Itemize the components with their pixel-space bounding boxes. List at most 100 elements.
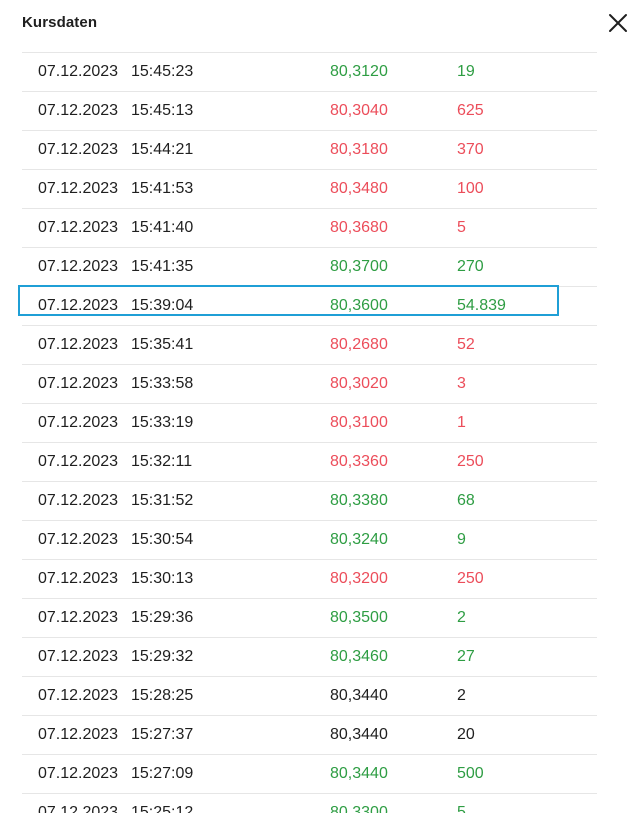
table-row[interactable]: 07.12.2023 15:44:21 80,3180 370	[22, 131, 597, 170]
trade-price: 80,3240	[330, 531, 388, 548]
trade-volume: 5	[457, 804, 466, 813]
trade-date: 07.12.2023	[38, 531, 119, 548]
trade-price: 80,3680	[330, 219, 388, 236]
trade-time: 15:45:23	[131, 63, 194, 80]
panel-title: Kursdaten	[22, 14, 98, 31]
trade-price: 80,3500	[330, 609, 388, 626]
trade-volume: 27	[457, 648, 475, 665]
trade-volume: 625	[457, 102, 484, 119]
trade-volume: 270	[457, 258, 484, 275]
table-row[interactable]: 07.12.2023 15:27:37 80,3440 20	[22, 716, 597, 755]
trade-date: 07.12.2023	[38, 492, 119, 509]
trade-volume: 250	[457, 570, 484, 587]
trade-volume: 2	[457, 609, 466, 626]
trade-date: 07.12.2023	[38, 336, 119, 353]
trade-date: 07.12.2023	[38, 687, 119, 704]
trade-date: 07.12.2023	[38, 297, 119, 314]
trade-price: 80,3100	[330, 414, 388, 431]
trade-volume: 3	[457, 375, 466, 392]
table-row[interactable]: 07.12.2023 15:30:13 80,3200 250	[22, 560, 597, 599]
table-row[interactable]: 07.12.2023 15:33:19 80,3100 1	[22, 404, 597, 443]
trade-price: 80,3440	[330, 687, 388, 704]
trade-time: 15:41:40	[131, 219, 194, 236]
trade-price: 80,3360	[330, 453, 388, 470]
trade-date: 07.12.2023	[38, 102, 119, 119]
trade-time: 15:45:13	[131, 102, 194, 119]
table-row[interactable]: 07.12.2023 15:45:23 80,3120 19	[22, 53, 597, 92]
trade-price: 80,3460	[330, 648, 388, 665]
trade-time: 15:39:04	[131, 297, 194, 314]
trade-price: 80,3300	[330, 804, 388, 813]
trade-price: 80,3480	[330, 180, 388, 197]
table-row[interactable]: 07.12.2023 15:28:25 80,3440 2	[22, 677, 597, 716]
table-row[interactable]: 07.12.2023 15:33:58 80,3020 3	[22, 365, 597, 404]
table-row[interactable]: 07.12.2023 15:41:35 80,3700 270	[22, 248, 597, 287]
trade-price: 80,3180	[330, 141, 388, 158]
table-row[interactable]: 07.12.2023 15:45:13 80,3040 625	[22, 92, 597, 131]
trade-date: 07.12.2023	[38, 414, 119, 431]
trade-time: 15:32:11	[131, 453, 193, 470]
trade-price: 80,3120	[330, 63, 388, 80]
trade-date: 07.12.2023	[38, 180, 119, 197]
trade-price: 80,3700	[330, 258, 388, 275]
trade-date: 07.12.2023	[38, 219, 119, 236]
trade-volume: 250	[457, 453, 484, 470]
table-row[interactable]: 07.12.2023 15:29:36 80,3500 2	[22, 599, 597, 638]
table-row-selected[interactable]: 07.12.2023 15:39:04 80,3600 54.839	[18, 285, 597, 326]
trade-date: 07.12.2023	[38, 258, 119, 275]
trade-time: 15:35:41	[131, 336, 194, 353]
trade-time: 15:41:35	[131, 258, 194, 275]
close-button[interactable]	[605, 10, 631, 36]
table-row[interactable]: 07.12.2023 15:35:41 80,2680 52	[22, 326, 597, 365]
trade-time: 15:25:12	[131, 804, 194, 813]
table-row[interactable]: 07.12.2023 15:30:54 80,3240 9	[22, 521, 597, 560]
table-row[interactable]: 07.12.2023 15:41:53 80,3480 100	[22, 170, 597, 209]
table-row[interactable]: 07.12.2023 15:31:52 80,3380 68	[22, 482, 597, 521]
trade-time: 15:27:37	[131, 726, 194, 743]
trade-volume: 9	[457, 531, 466, 548]
trade-date: 07.12.2023	[38, 726, 119, 743]
trade-volume: 52	[457, 336, 475, 353]
kursdaten-panel: Kursdaten 07.12.2023 15:45:23 80,3120 19 07.…	[0, 0, 635, 813]
trade-time: 15:30:13	[131, 570, 194, 587]
trade-price: 80,2680	[330, 336, 388, 353]
trade-time: 15:29:32	[131, 648, 194, 665]
trade-volume: 2	[457, 687, 466, 704]
table-row[interactable]: 07.12.2023 15:41:40 80,3680 5	[22, 209, 597, 248]
trade-price: 80,3020	[330, 375, 388, 392]
trade-time: 15:31:52	[131, 492, 194, 509]
trade-price: 80,3380	[330, 492, 388, 509]
trade-time: 15:28:25	[131, 687, 194, 704]
trade-volume: 20	[457, 726, 475, 743]
trade-volume: 500	[457, 765, 484, 782]
trade-price: 80,3440	[330, 765, 388, 782]
trade-date: 07.12.2023	[38, 141, 119, 158]
trade-date: 07.12.2023	[38, 648, 119, 665]
table-row[interactable]: 07.12.2023 15:32:11 80,3360 250	[22, 443, 597, 482]
trade-volume: 68	[457, 492, 475, 509]
trade-time: 15:30:54	[131, 531, 194, 548]
table-row[interactable]: 07.12.2023 15:25:12 80,3300 5	[22, 794, 597, 813]
table-row[interactable]: 07.12.2023 15:27:09 80,3440 500	[22, 755, 597, 794]
trade-volume: 5	[457, 219, 466, 236]
trade-time: 15:27:09	[131, 765, 194, 782]
trade-date: 07.12.2023	[38, 609, 119, 626]
trade-date: 07.12.2023	[38, 570, 119, 587]
trade-price: 80,3200	[330, 570, 388, 587]
close-icon	[609, 14, 627, 32]
trade-price: 80,3440	[330, 726, 388, 743]
trade-time: 15:41:53	[131, 180, 194, 197]
trade-list: 07.12.2023 15:45:23 80,3120 1 9 07.12.2023 15:…	[18, 52, 597, 813]
trade-volume: 54.839	[457, 297, 506, 314]
trade-volume: 370	[457, 141, 484, 158]
trade-date: 07.12.2023	[38, 375, 119, 392]
trade-date: 07.12.2023	[38, 765, 119, 782]
trade-volume: 1	[457, 414, 466, 431]
trade-time: 15:33:19	[131, 414, 194, 431]
trade-time: 15:44:21	[131, 141, 194, 158]
trade-price: 80,3040	[330, 102, 388, 119]
table-row[interactable]: 07.12.2023 15:29:32 80,3460 27	[22, 638, 597, 677]
trade-date: 07.12.2023	[38, 63, 119, 80]
panel-header: Kursdaten	[0, 0, 635, 50]
trade-volume: 100	[457, 180, 484, 197]
